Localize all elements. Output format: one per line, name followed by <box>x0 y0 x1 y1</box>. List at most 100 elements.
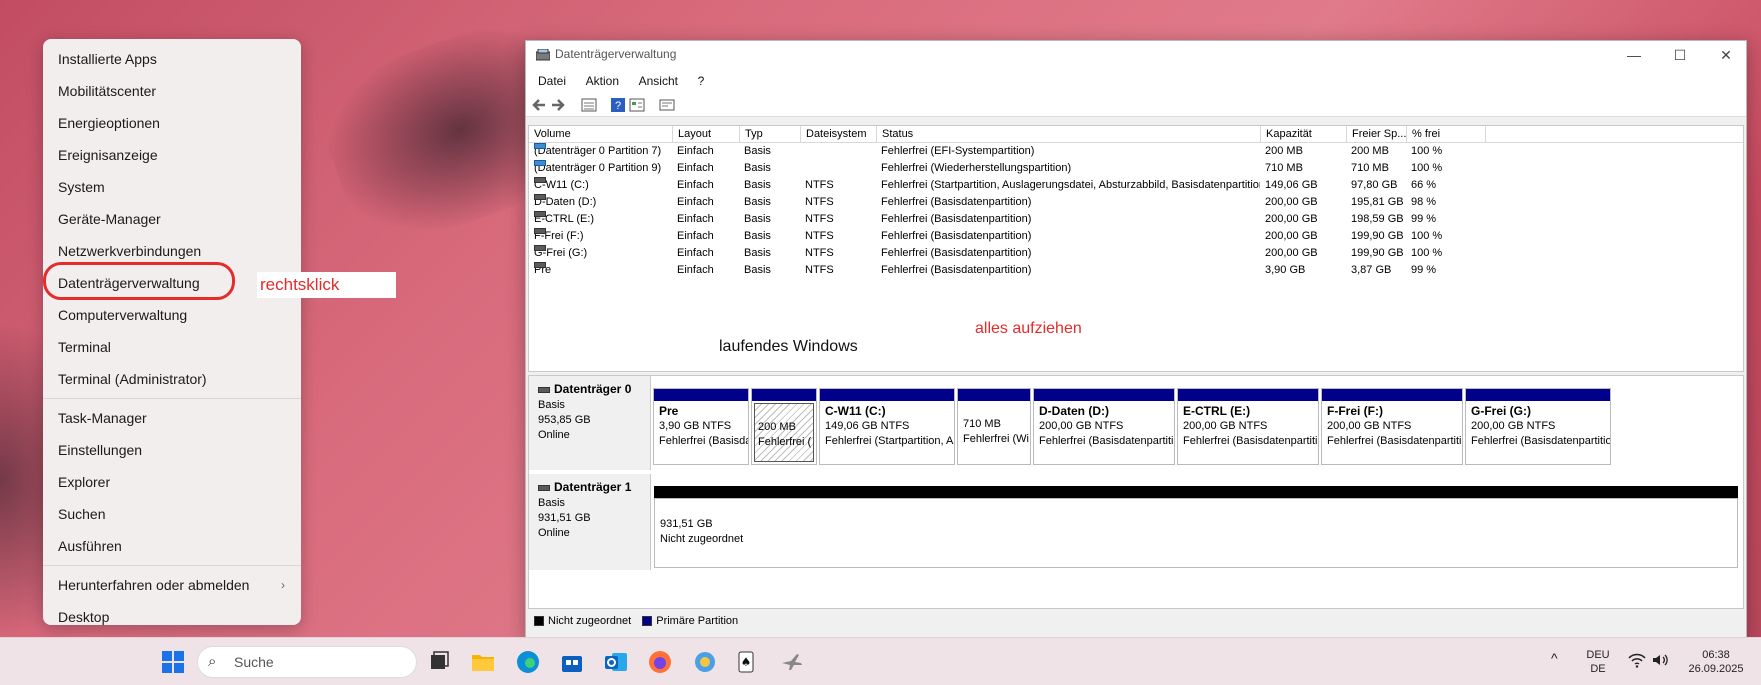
language-indicator[interactable]: DEU DE <box>1584 648 1612 676</box>
back-arrow-icon[interactable] <box>531 97 547 113</box>
volume-cell-status: Fehlerfrei (Basisdatenpartition) <box>881 247 1032 259</box>
app-icon[interactable] <box>693 650 717 674</box>
volume-cell-layout: Einfach <box>677 162 714 174</box>
disk-0-partition[interactable]: C-W11 (C:) 149,06 GB NTFS Fehlerfrei (Star… <box>819 388 955 465</box>
menu-item-mobility-center[interactable]: Mobilitätscenter <box>43 75 301 107</box>
column-header-prozent-frei[interactable]: % frei <box>1406 126 1485 143</box>
disk-0-partition[interactable]: D-Daten (D:) 200,00 GB NTFS Fehlerfrei (Ba… <box>1033 388 1175 465</box>
column-header-typ[interactable]: Typ <box>739 126 800 143</box>
menu-ansicht[interactable]: Ansicht <box>631 69 686 93</box>
edge-icon[interactable] <box>516 650 540 674</box>
menu-item-run[interactable]: Ausführen <box>43 530 301 562</box>
volume-row[interactable]: Pre Einfach Basis NTFS Fehlerfrei (Basisdate… <box>529 262 1743 279</box>
disk-1-unallocated[interactable]: 931,51 GB Nicht zugeordnet <box>654 486 1738 570</box>
properties-icon[interactable] <box>629 97 645 113</box>
menu-item-search[interactable]: Suchen <box>43 498 301 530</box>
menu-item-terminal[interactable]: Terminal <box>43 331 301 363</box>
partition-body: F-Frei (F:) 200,00 GB NTFS Fehlerfrei (Bas… <box>1322 401 1462 452</box>
partition-bar <box>752 389 816 401</box>
disk-0-partition[interactable]: G-Frei (G:) 200,00 GB NTFS Fehlerfrei (Bas… <box>1465 388 1611 465</box>
volume-row[interactable]: D-Daten (D:) Einfach Basis NTFS Fehlerfrei (… <box>529 194 1743 211</box>
legend-swatch-unallocated <box>534 616 544 627</box>
store-icon[interactable] <box>560 650 584 674</box>
menu-item-device-manager[interactable]: Geräte-Manager <box>43 203 301 235</box>
task-view-icon[interactable] <box>427 650 451 674</box>
menu-item-explorer[interactable]: Explorer <box>43 466 301 498</box>
tray-overflow-chevron[interactable]: ^ <box>1551 651 1558 665</box>
volume-drive-icon <box>534 177 546 183</box>
legend-primary: Primäre Partition <box>656 615 739 627</box>
disk-0-partition[interactable]: 200 MB Fehlerfrei ( <box>751 388 817 465</box>
solitaire-icon[interactable]: ♠ <box>736 650 760 674</box>
menu-item-event-viewer[interactable]: Ereignisanzeige <box>43 139 301 171</box>
menu-help[interactable]: ? <box>690 69 713 93</box>
column-header-status[interactable]: Status <box>876 126 1260 143</box>
close-button[interactable]: ✕ <box>1703 41 1749 69</box>
volume-cell-pct: 100 % <box>1411 247 1443 259</box>
menu-item-terminal-admin[interactable]: Terminal (Administrator) <box>43 363 301 395</box>
volume-cell-pct: 100 % <box>1411 145 1443 157</box>
minimize-button[interactable]: — <box>1611 41 1657 69</box>
partition-name: G-Frei (G:) <box>1471 404 1531 418</box>
taskbar-search-input[interactable]: ⌕ Suche <box>197 646 417 678</box>
volume-row[interactable]: E-CTRL (E:) Einfach Basis NTFS Fehlerfrei (B… <box>529 211 1743 228</box>
menu-item-power-options[interactable]: Energieoptionen <box>43 107 301 139</box>
menu-item-system[interactable]: System <box>43 171 301 203</box>
settings-icon[interactable] <box>659 97 675 113</box>
volume-cell-pct: 66 % <box>1411 179 1437 191</box>
svg-text:♠: ♠ <box>741 655 752 669</box>
volume-row[interactable]: F-Frei (F:) Einfach Basis NTFS Fehlerfrei (B… <box>529 228 1743 245</box>
column-header-layout[interactable]: Layout <box>672 126 739 143</box>
airplane-app-icon[interactable] <box>780 650 804 674</box>
disk-0-label[interactable]: Datenträger 0 Basis 953,85 GB Online <box>529 376 651 470</box>
volume-cell-status: Fehlerfrei (Startpartition, Auslagerungs… <box>881 179 1260 191</box>
column-header-kapazitaet[interactable]: Kapazität <box>1260 126 1346 143</box>
menu-aktion[interactable]: Aktion <box>578 69 627 93</box>
list-view-icon[interactable] <box>581 97 597 113</box>
volume-cell-layout: Einfach <box>677 196 714 208</box>
partition-bar <box>1466 389 1610 401</box>
volume-row[interactable]: (Datenträger 0 Partition 9) Einfach Basis F… <box>529 160 1743 177</box>
volume-row[interactable]: C-W11 (C:) Einfach Basis NTFS Fehlerfrei (St… <box>529 177 1743 194</box>
file-explorer-icon[interactable] <box>471 650 495 674</box>
volume-table-body: (Datenträger 0 Partition 7) Einfach Basis F… <box>529 143 1743 279</box>
menu-separator <box>43 565 301 566</box>
title-bar[interactable]: Datenträgerverwaltung — ☐ ✕ <box>526 41 1746 69</box>
volume-cell-free: 97,80 GB <box>1351 179 1398 191</box>
volume-cell-layout: Einfach <box>677 213 714 225</box>
firefox-icon[interactable] <box>648 650 672 674</box>
partition-body: Pre 3,90 GB NTFS Fehlerfrei (Basisda <box>654 401 748 452</box>
clock[interactable]: 06:38 26.09.2025 <box>1682 648 1750 676</box>
menu-item-desktop[interactable]: Desktop <box>43 601 301 633</box>
disk-0-partition[interactable]: E-CTRL (E:) 200,00 GB NTFS Fehlerfrei (Bas… <box>1177 388 1319 465</box>
partition-name: F-Frei (F:) <box>1327 404 1383 418</box>
volume-row[interactable]: G-Frei (G:) Einfach Basis NTFS Fehlerfrei (B… <box>529 245 1743 262</box>
disk-0-partition[interactable]: Pre 3,90 GB NTFS Fehlerfrei (Basisda <box>653 388 749 465</box>
volume-row[interactable]: (Datenträger 0 Partition 7) Einfach Basis F… <box>529 143 1743 160</box>
volume-cell-fs: NTFS <box>805 247 834 259</box>
forward-arrow-icon[interactable] <box>550 97 566 113</box>
menu-datei[interactable]: Datei <box>530 69 574 93</box>
search-icon: ⌕ <box>208 653 217 670</box>
disk-0-partition[interactable]: 710 MB Fehlerfrei (Wi <box>957 388 1031 465</box>
menu-item-computer-management[interactable]: Computerverwaltung <box>43 299 301 331</box>
help-icon[interactable]: ? <box>610 97 626 113</box>
column-header-dateisystem[interactable]: Dateisystem <box>800 126 876 143</box>
column-header-freier-speicher[interactable]: Freier Sp... <box>1346 126 1406 143</box>
partition-size: 200 MB <box>758 421 796 433</box>
maximize-button[interactable]: ☐ <box>1657 41 1703 69</box>
disk-1-label[interactable]: Datenträger 1 Basis 931,51 GB Online <box>529 474 651 570</box>
menu-item-settings[interactable]: Einstellungen <box>43 434 301 466</box>
column-header-volume[interactable]: Volume <box>529 126 672 143</box>
disk-1-state: Online <box>538 527 570 539</box>
partition-status: Fehlerfrei (Basisdatenpartitio <box>1183 435 1318 447</box>
menu-item-installed-apps[interactable]: Installierte Apps <box>43 43 301 75</box>
outlook-icon[interactable] <box>604 650 628 674</box>
volume-icon[interactable] <box>1651 651 1669 669</box>
menu-item-task-manager[interactable]: Task-Manager <box>43 402 301 434</box>
start-icon[interactable] <box>161 650 185 674</box>
partition-size: 200,00 GB NTFS <box>1183 420 1268 432</box>
wifi-icon[interactable] <box>1628 651 1646 669</box>
disk-0-partition[interactable]: F-Frei (F:) 200,00 GB NTFS Fehlerfrei (Bas… <box>1321 388 1463 465</box>
menu-item-shutdown[interactable]: Herunterfahren oder abmelden › <box>43 569 301 601</box>
